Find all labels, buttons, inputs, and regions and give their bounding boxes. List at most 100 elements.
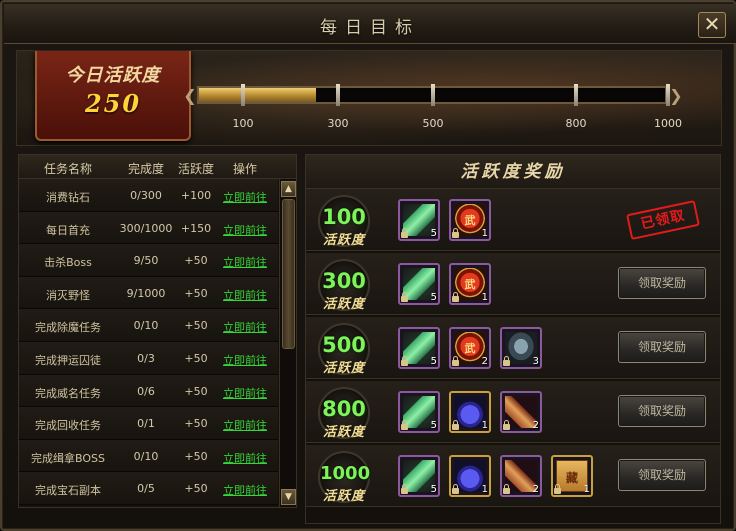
reward-tier-row: 800 活跃度 5 1 2 领取奖励 xyxy=(306,381,720,443)
task-progress: 9/1000 xyxy=(126,286,166,300)
reward-item-slot[interactable]: 5 xyxy=(398,263,440,305)
tier-value: 1000 xyxy=(320,463,371,484)
tier-unit-label: 活跃度 xyxy=(322,489,365,504)
tier-medal: 300 活跃度 xyxy=(318,259,370,312)
activity-label: 今日活跃度 xyxy=(65,65,161,86)
reward-item-slot[interactable]: 5 xyxy=(398,199,440,241)
tier-unit-label: 活跃度 xyxy=(322,233,365,248)
item-count: 1 xyxy=(481,484,488,495)
claim-reward-button[interactable]: 领取奖励 xyxy=(618,331,706,363)
go-now-link[interactable]: 立即前往 xyxy=(217,385,273,401)
reward-item-slot[interactable]: 5 xyxy=(398,391,440,433)
task-progress: 9/50 xyxy=(133,254,159,268)
tier-unit-label: 活跃度 xyxy=(322,297,365,312)
reward-item-slot[interactable]: 5 xyxy=(398,455,440,497)
task-row: 击杀Boss 9/50 +50 立即前往 xyxy=(19,244,278,277)
close-button[interactable]: ✕ xyxy=(698,12,726,38)
scroll-up-button[interactable]: ▲ xyxy=(281,181,296,197)
task-list-panel: 任务名称 完成度 活跃度 操作 消费钻石 0/300 +100 立即前往 每日首充 300… xyxy=(18,154,297,508)
tier-unit-label: 活跃度 xyxy=(322,425,365,440)
item-glyph: 武 xyxy=(464,214,476,227)
task-row: 每日首充 300/1000 +150 立即前往 xyxy=(19,211,278,245)
item-count: 5 xyxy=(430,292,437,303)
header-name: 任务名称 xyxy=(43,162,92,176)
bound-lock-icon xyxy=(503,484,510,494)
bound-lock-icon xyxy=(401,292,408,302)
reward-tier-row: 100 活跃度 5 武 1 已领取 xyxy=(306,189,720,251)
tier-value: 100 xyxy=(322,205,366,229)
item-count: 2 xyxy=(532,484,539,495)
go-now-link[interactable]: 立即前往 xyxy=(217,482,273,498)
task-row: 完成威名任务 0/6 +50 立即前往 xyxy=(19,374,278,408)
header-action: 操作 xyxy=(232,162,257,176)
claim-reward-button[interactable]: 领取奖励 xyxy=(618,459,706,491)
go-now-link[interactable]: 立即前往 xyxy=(217,287,273,303)
item-count: 2 xyxy=(532,420,539,431)
reward-item-slot[interactable]: 5 xyxy=(398,327,440,369)
tier-medal: 100 活跃度 xyxy=(318,195,370,248)
go-now-link[interactable]: 立即前往 xyxy=(217,254,273,270)
task-row: 完成缉拿BOSS 0/10 +50 立即前往 xyxy=(19,439,278,473)
task-name: 消费钻石 xyxy=(46,191,90,204)
activity-progress-fill xyxy=(199,88,316,102)
header-activity: 活跃度 xyxy=(177,162,214,176)
reward-item-slot[interactable]: 武1 xyxy=(449,263,491,305)
milestone-marker xyxy=(241,84,245,106)
reward-item-slot[interactable]: 藏1 xyxy=(551,455,593,497)
go-now-link[interactable]: 立即前往 xyxy=(217,189,273,205)
task-name: 完成回收任务 xyxy=(35,419,101,433)
reward-item-slot[interactable]: 2 xyxy=(500,455,542,497)
milestone-label: 800 xyxy=(565,117,587,130)
task-name: 完成缉拿BOSS xyxy=(31,451,105,465)
item-count: 5 xyxy=(430,356,437,367)
go-now-link[interactable]: 立即前往 xyxy=(217,319,273,335)
bound-lock-icon xyxy=(401,356,408,366)
reward-tier-row: 500 活跃度 5 武 2 3 领取奖励 xyxy=(306,317,720,379)
milestone-marker xyxy=(666,84,670,106)
bound-lock-icon xyxy=(452,356,459,366)
task-row: 消费钻石 0/300 +100 立即前往 xyxy=(19,179,278,212)
task-rows: 消费钻石 0/300 +100 立即前往 每日首充 300/1000 +150 立即前往 击杀B… xyxy=(19,179,278,505)
task-progress: 0/1 xyxy=(137,417,155,431)
task-row: 完成押运囚徒 0/3 +50 立即前往 xyxy=(19,341,278,375)
task-name: 击杀Boss xyxy=(44,256,92,270)
go-now-link[interactable]: 立即前往 xyxy=(217,417,273,433)
reward-item-slot[interactable]: 1 xyxy=(449,455,491,497)
item-count: 1 xyxy=(481,292,488,303)
item-count: 5 xyxy=(430,228,437,239)
milestone-marker xyxy=(336,84,340,106)
task-activity: +50 xyxy=(184,286,208,300)
reward-item-slot[interactable]: 2 xyxy=(500,391,542,433)
task-row: 完成除魔任务 0/10 +50 立即前往 xyxy=(19,309,278,342)
daily-goal-window: 每日目标 ✕ 今日活跃度 250 ❮ ❯ 100 300 500 800 1000 任务… xyxy=(0,0,736,531)
milestone-label: 1000 xyxy=(654,117,682,130)
task-activity: +50 xyxy=(184,351,208,365)
reward-panel: 活跃度奖励 100 活跃度 5 武 1 已领取 300 活跃度 5 武 1 领取奖励 500 活跃度 5 武 2… xyxy=(305,154,721,524)
scroll-thumb[interactable] xyxy=(282,199,295,349)
task-name: 完成除魔任务 xyxy=(35,321,101,335)
item-glyph: 武 xyxy=(464,278,476,291)
reward-item-slot[interactable]: 3 xyxy=(500,327,542,369)
go-now-link[interactable]: 立即前往 xyxy=(217,222,273,238)
reward-item-slot[interactable]: 1 xyxy=(449,391,491,433)
go-now-link[interactable]: 立即前往 xyxy=(217,450,273,466)
claim-reward-button[interactable]: 领取奖励 xyxy=(618,267,706,299)
item-count: 1 xyxy=(481,420,488,431)
scroll-down-button[interactable]: ▼ xyxy=(281,489,296,505)
item-count: 1 xyxy=(583,484,590,495)
reward-item-slot[interactable]: 武1 xyxy=(449,199,491,241)
task-name: 消灭野怪 xyxy=(46,288,90,302)
reward-item-slot[interactable]: 武2 xyxy=(449,327,491,369)
task-scrollbar[interactable]: ▲ ▼ xyxy=(279,179,296,507)
claim-reward-button[interactable]: 领取奖励 xyxy=(618,395,706,427)
task-row: 完成回收任务 0/1 +50 立即前往 xyxy=(19,407,278,440)
tier-medal: 500 活跃度 xyxy=(318,323,370,376)
task-activity: +50 xyxy=(184,319,208,333)
reward-tier-row: 300 活跃度 5 武 1 领取奖励 xyxy=(306,253,720,315)
reward-tier-row: 1000 活跃度 5 1 2 藏 1 领取奖励 xyxy=(306,445,720,507)
item-count: 5 xyxy=(430,420,437,431)
task-activity: +150 xyxy=(180,221,212,235)
go-now-link[interactable]: 立即前往 xyxy=(217,352,273,368)
bound-lock-icon xyxy=(452,484,459,494)
activity-value: 250 xyxy=(84,89,142,118)
